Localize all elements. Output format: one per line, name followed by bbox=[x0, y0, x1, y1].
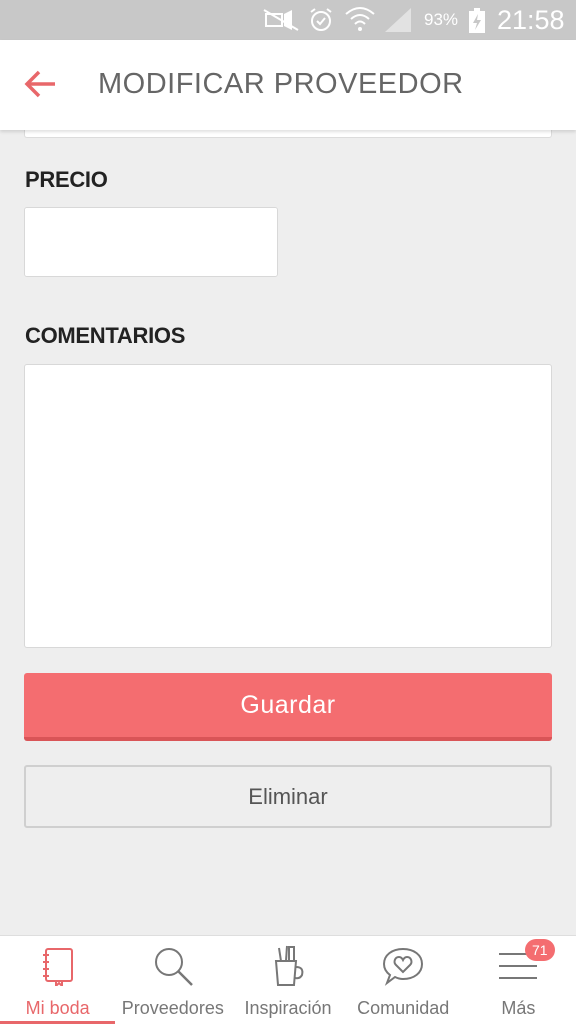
wifi-icon bbox=[344, 4, 376, 39]
status-bar: 93% 21:58 bbox=[0, 0, 576, 40]
nav-label: Mi boda bbox=[25, 998, 90, 1018]
battery-percent: 93% bbox=[424, 10, 459, 29]
nav-label: Comunidad bbox=[357, 998, 450, 1018]
nav-item-inspiracion[interactable]: Inspiración bbox=[230, 936, 345, 1024]
price-label: PRECIO bbox=[25, 167, 108, 192]
nav-item-mi-boda[interactable]: Mi boda bbox=[0, 936, 116, 1024]
pencil-cup-icon bbox=[266, 944, 310, 988]
clock: 21:58 bbox=[497, 5, 565, 35]
delete-button[interactable]: Eliminar bbox=[24, 765, 552, 828]
nav-item-comunidad[interactable]: Comunidad bbox=[346, 936, 461, 1024]
nav-label: Inspiración bbox=[244, 998, 332, 1018]
nav-item-proveedores[interactable]: Proveedores bbox=[115, 936, 230, 1024]
back-button[interactable] bbox=[18, 64, 62, 108]
price-input[interactable] bbox=[25, 208, 277, 276]
bottom-navigation: Mi boda Proveedores Inspiración Comunida… bbox=[0, 935, 576, 1024]
notification-badge: 71 bbox=[524, 939, 555, 961]
alarm-icon bbox=[308, 7, 334, 38]
chat-heart-icon bbox=[381, 944, 425, 988]
comments-label: COMENTARIOS bbox=[25, 323, 186, 348]
page-title: MODIFICAR PROVEEDOR bbox=[98, 68, 464, 100]
save-button[interactable]: Guardar bbox=[24, 673, 552, 741]
nav-item-mas[interactable]: 71 Más bbox=[461, 936, 576, 1024]
mute-icon bbox=[262, 8, 302, 37]
comments-textarea[interactable] bbox=[24, 364, 552, 648]
search-icon bbox=[151, 944, 195, 988]
signal-icon bbox=[383, 6, 413, 39]
battery-charging-icon bbox=[468, 8, 486, 39]
arrow-left-icon bbox=[23, 69, 57, 104]
price-field-group: $ bbox=[24, 207, 278, 277]
notebook-icon bbox=[36, 944, 80, 988]
nav-label: Más bbox=[501, 998, 536, 1018]
app-bar: MODIFICAR PROVEEDOR bbox=[0, 40, 576, 130]
nav-label: Proveedores bbox=[121, 998, 224, 1018]
